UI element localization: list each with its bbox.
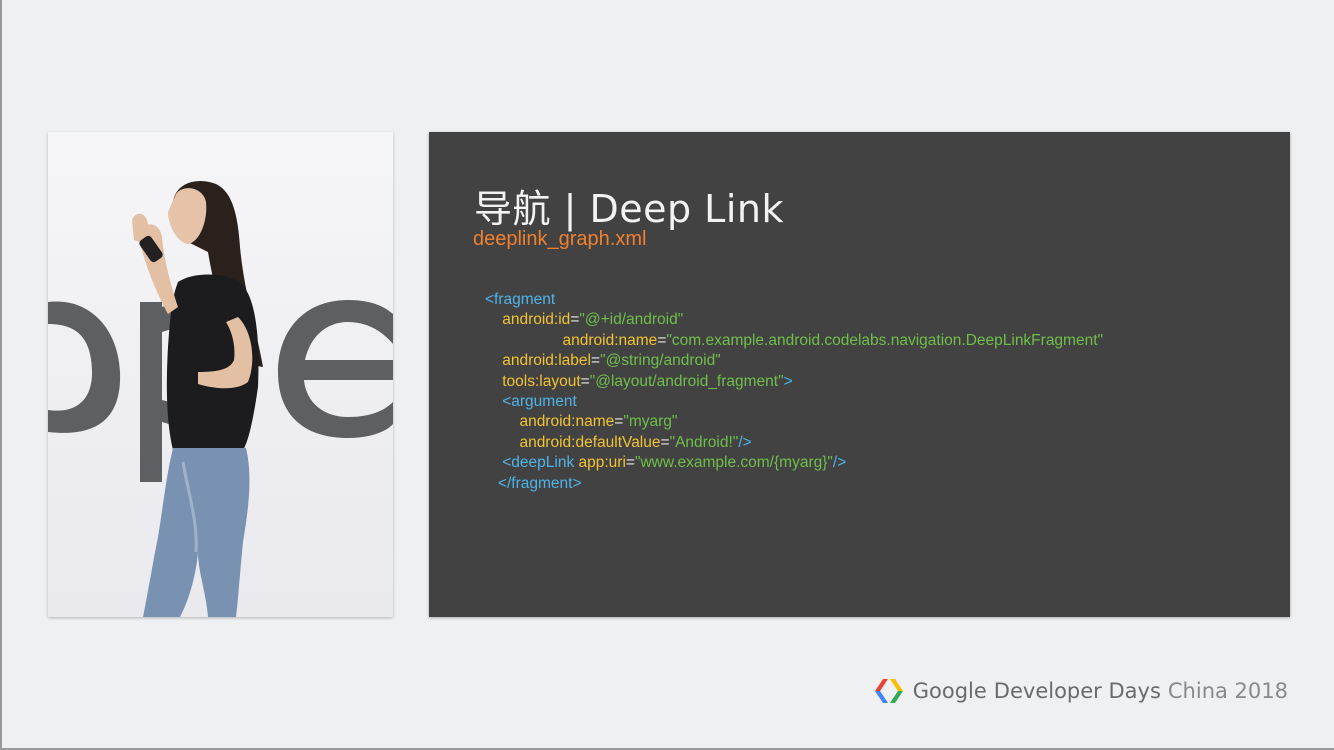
code-line: android:name="myarg" [485,412,1103,432]
code-token-tag: /> [738,433,752,451]
code-snippet: <fragment android:id="@+id/android" andr… [485,290,1103,494]
code-line: android:name="com.example.android.codela… [485,331,1104,351]
code-token-attr: android:id [485,311,571,329]
presentation-slide: 导航 | Deep Link deeplink_graph.xml <fragm… [429,132,1290,617]
code-token-eq: = [660,433,670,451]
code-line: <fragment [485,290,1103,310]
speaker-video-image [48,181,393,617]
slide-filename: deeplink_graph.xml [473,228,647,250]
code-token-val: "www.example.com/{myarg}" [634,454,833,472]
code-token-eq: = [591,352,601,370]
code-line: android:defaultValue="Android!"/> [485,433,1103,453]
code-line: <argument [485,392,1103,412]
code-token-val: "Android!" [669,433,739,451]
code-token-eq: = [625,454,635,472]
code-token-attr: app:uri [578,454,626,472]
code-line: android:label="@string/android" [485,351,1103,371]
code-token-tag: <argument [485,392,577,410]
screen-frame: 导航 | Deep Link deeplink_graph.xml <fragm… [0,0,1334,750]
google-developers-logo-icon [874,679,903,703]
code-token-val: "@+id/android" [579,311,684,329]
code-token-attr: tools:layout [485,372,581,390]
code-token-tag: <fragment [485,291,556,308]
speaker-video [48,132,393,617]
slide-title: 导航 | Deep Link [474,187,784,231]
code-token-attr: android:name [485,331,658,349]
code-token-attr: android:label [485,352,591,370]
brand-google: Google [912,679,987,703]
code-token-val: "myarg" [623,413,678,431]
code-token-tag: /> [832,454,847,472]
code-token-eq: = [614,413,624,431]
code-token-attr: android:defaultValue [485,433,661,451]
code-token-val: "@string/android" [600,352,721,370]
code-line: </fragment> [485,474,1103,494]
code-line: android:id="@+id/android" [485,310,1103,330]
code-line: <deepLink app:uri="www.example.com/{myar… [485,453,1103,473]
code-token-tag: > [783,372,793,390]
code-token-tag: <deepLink [485,454,579,472]
brand-event: Developer Days [993,679,1161,703]
code-token-eq: = [580,372,590,390]
brand-location: China 2018 [1167,679,1288,703]
code-token-val: "@layout/android_fragment" [589,372,784,390]
code-line: tools:layout="@layout/android_fragment"> [485,372,1103,392]
code-token-attr: android:name [485,413,615,431]
code-token-val: "com.example.android.codelabs.navigation… [666,331,1104,349]
event-branding: Google Developer Days China 2018 [873,676,1288,706]
code-token-tag: </fragment> [485,474,582,492]
